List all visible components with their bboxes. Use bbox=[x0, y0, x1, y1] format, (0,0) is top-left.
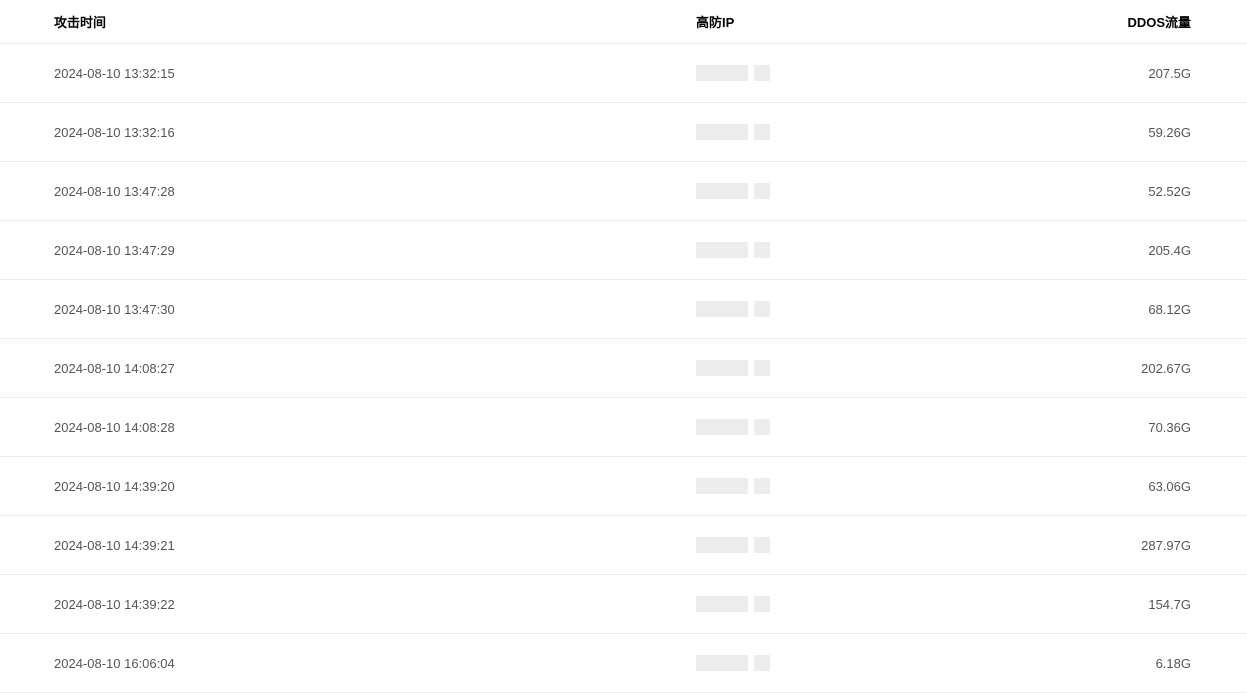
cell-protected-ip bbox=[680, 575, 1080, 634]
cell-ddos-traffic: 59.26G bbox=[1080, 103, 1247, 162]
cell-ddos-traffic: 63.06G bbox=[1080, 457, 1247, 516]
cell-attack-time: 2024-08-10 13:32:15 bbox=[0, 44, 680, 103]
cell-attack-time: 2024-08-10 14:39:22 bbox=[0, 575, 680, 634]
redacted-ip bbox=[696, 416, 776, 438]
redacted-ip bbox=[696, 62, 776, 84]
cell-attack-time: 2024-08-10 14:39:21 bbox=[0, 516, 680, 575]
cell-attack-time: 2024-08-10 13:32:16 bbox=[0, 103, 680, 162]
table-row: 2024-08-10 13:47:29 205.4G bbox=[0, 221, 1247, 280]
table-row: 2024-08-10 14:08:28 70.36G bbox=[0, 398, 1247, 457]
cell-ddos-traffic: 68.12G bbox=[1080, 280, 1247, 339]
column-header-attack-time: 攻击时间 bbox=[0, 0, 680, 44]
redacted-ip bbox=[696, 180, 776, 202]
cell-protected-ip bbox=[680, 221, 1080, 280]
table-row: 2024-08-10 14:08:27 202.67G bbox=[0, 339, 1247, 398]
redacted-ip bbox=[696, 298, 776, 320]
redacted-ip bbox=[696, 652, 776, 674]
cell-ddos-traffic: 70.36G bbox=[1080, 398, 1247, 457]
column-header-ddos-traffic: DDOS流量 bbox=[1080, 0, 1247, 44]
redacted-ip bbox=[696, 593, 776, 615]
column-header-protected-ip: 高防IP bbox=[680, 0, 1080, 44]
redacted-ip bbox=[696, 475, 776, 497]
cell-ddos-traffic: 205.4G bbox=[1080, 221, 1247, 280]
redacted-ip bbox=[696, 121, 776, 143]
table-row: 2024-08-10 14:39:22 154.7G bbox=[0, 575, 1247, 634]
cell-protected-ip bbox=[680, 516, 1080, 575]
cell-attack-time: 2024-08-10 13:47:30 bbox=[0, 280, 680, 339]
cell-attack-time: 2024-08-10 14:08:27 bbox=[0, 339, 680, 398]
cell-protected-ip bbox=[680, 103, 1080, 162]
cell-protected-ip bbox=[680, 634, 1080, 693]
table-row: 2024-08-10 14:39:21 287.97G bbox=[0, 516, 1247, 575]
ddos-attack-log-table: 攻击时间 高防IP DDOS流量 2024-08-10 13:32:15 207.… bbox=[0, 0, 1247, 693]
cell-ddos-traffic: 52.52G bbox=[1080, 162, 1247, 221]
table-row: 2024-08-10 13:47:30 68.12G bbox=[0, 280, 1247, 339]
cell-ddos-traffic: 6.18G bbox=[1080, 634, 1247, 693]
cell-attack-time: 2024-08-10 13:47:29 bbox=[0, 221, 680, 280]
table-row: 2024-08-10 14:39:20 63.06G bbox=[0, 457, 1247, 516]
cell-protected-ip bbox=[680, 44, 1080, 103]
table-row: 2024-08-10 16:06:04 6.18G bbox=[0, 634, 1247, 693]
cell-ddos-traffic: 207.5G bbox=[1080, 44, 1247, 103]
cell-ddos-traffic: 202.67G bbox=[1080, 339, 1247, 398]
cell-protected-ip bbox=[680, 162, 1080, 221]
table-row: 2024-08-10 13:47:28 52.52G bbox=[0, 162, 1247, 221]
cell-attack-time: 2024-08-10 13:47:28 bbox=[0, 162, 680, 221]
cell-protected-ip bbox=[680, 339, 1080, 398]
cell-ddos-traffic: 154.7G bbox=[1080, 575, 1247, 634]
redacted-ip bbox=[696, 534, 776, 556]
table-row: 2024-08-10 13:32:16 59.26G bbox=[0, 103, 1247, 162]
redacted-ip bbox=[696, 239, 776, 261]
cell-attack-time: 2024-08-10 14:08:28 bbox=[0, 398, 680, 457]
table-row: 2024-08-10 13:32:15 207.5G bbox=[0, 44, 1247, 103]
cell-ddos-traffic: 287.97G bbox=[1080, 516, 1247, 575]
cell-attack-time: 2024-08-10 16:06:04 bbox=[0, 634, 680, 693]
cell-protected-ip bbox=[680, 280, 1080, 339]
cell-protected-ip bbox=[680, 398, 1080, 457]
cell-protected-ip bbox=[680, 457, 1080, 516]
redacted-ip bbox=[696, 357, 776, 379]
cell-attack-time: 2024-08-10 14:39:20 bbox=[0, 457, 680, 516]
